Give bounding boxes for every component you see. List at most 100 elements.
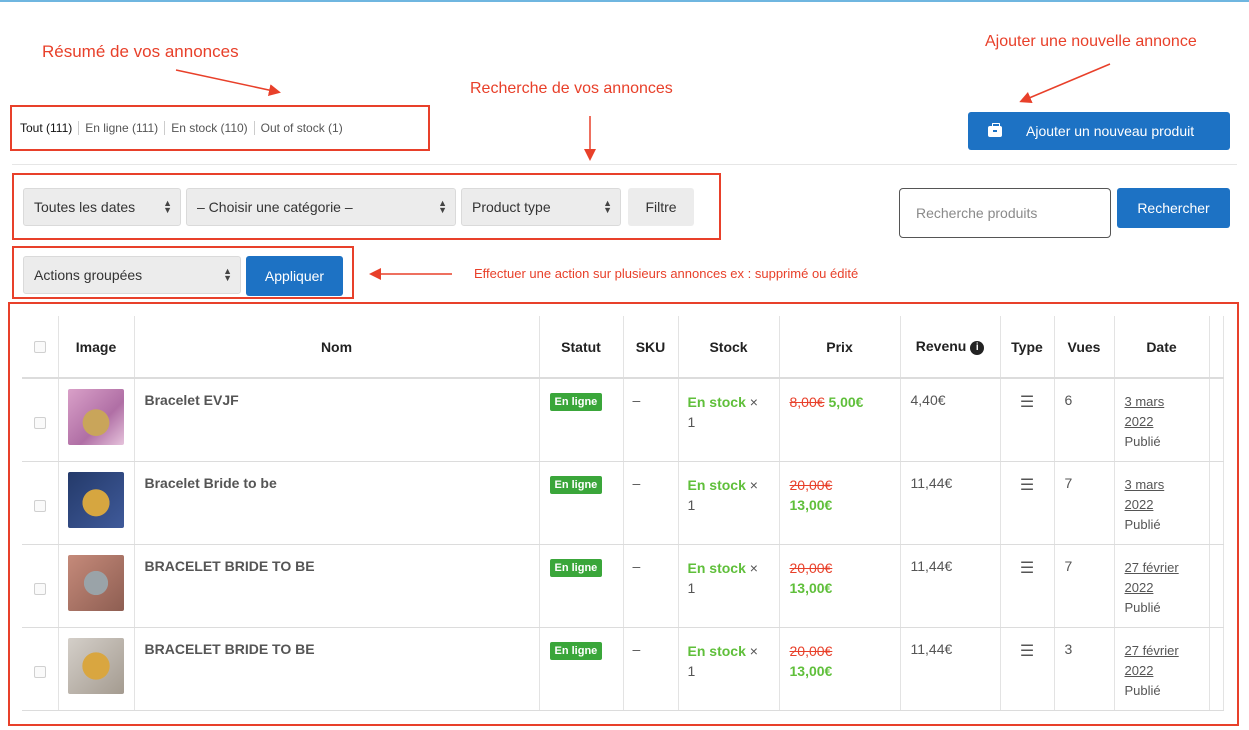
apply-button[interactable]: Appliquer	[246, 256, 343, 296]
list-icon: ☰	[1000, 378, 1055, 462]
search-input[interactable]: Recherche produits	[899, 188, 1111, 238]
date-select-value: Toutes les dates	[34, 199, 136, 215]
old-price: 20,00€	[789, 476, 833, 493]
product-thumbnail[interactable]	[68, 554, 124, 611]
select-arrows-icon: ▲ ▼	[438, 198, 447, 215]
bulk-actions-select[interactable]: Actions groupées ▲ ▼	[23, 256, 241, 294]
product-name[interactable]: Bracelet Bride to be	[134, 461, 540, 545]
row-checkbox[interactable]	[33, 417, 46, 429]
stock-qty: 1	[687, 662, 696, 679]
status-badge: En ligne	[549, 641, 603, 660]
status-badge: En ligne	[549, 558, 603, 577]
arrow-add-new	[1019, 63, 1111, 104]
published-status: Publié	[1124, 516, 1161, 532]
price-cell: 20,00€ 13,00€	[779, 461, 901, 545]
product-thumbnail[interactable]	[68, 389, 124, 445]
select-arrows-icon: ▲ ▼	[223, 266, 232, 283]
row-checkbox[interactable]	[33, 665, 46, 678]
filter-button[interactable]: Filtre	[628, 188, 694, 226]
status-filters: Tout (111) En ligne (111) En stock (110)…	[20, 121, 343, 135]
date-select[interactable]: Toutes les dates ▲ ▼	[23, 188, 181, 226]
sale-price: 5,00€	[828, 394, 864, 410]
revenue-value: 11,44€	[900, 544, 1001, 628]
category-select[interactable]: – Choisir une catégorie – ▲ ▼	[186, 188, 456, 226]
select-all-cell	[22, 316, 59, 379]
search-placeholder: Recherche produits	[916, 205, 1038, 221]
sku-value: –	[623, 627, 679, 711]
category-select-value: – Choisir une catégorie –	[197, 199, 353, 215]
list-icon: ☰	[1000, 544, 1055, 628]
table-row: BRACELET BRIDE TO BE En ligne – En stock…	[22, 627, 1224, 711]
price-cell: 8,00€ 5,00€	[779, 378, 901, 462]
header-status: Statut	[539, 316, 624, 379]
stock-x: ×	[749, 476, 758, 493]
status-badge: En ligne	[549, 393, 603, 411]
row-checkbox[interactable]	[33, 582, 46, 595]
product-name[interactable]: BRACELET BRIDE TO BE	[134, 544, 540, 628]
status-badge: En ligne	[549, 475, 603, 494]
revenue-value: 4,40€	[900, 378, 1001, 462]
date-link[interactable]: 3 mars 2022	[1125, 394, 1165, 429]
header-revenue: Revenu i	[900, 316, 1001, 379]
stock-status: En stock	[687, 559, 746, 576]
header-price[interactable]: Prix	[779, 316, 901, 379]
price-cell: 20,00€ 13,00€	[779, 627, 901, 711]
date-link[interactable]: 3 mars 2022	[1125, 477, 1165, 512]
select-arrows-icon: ▲ ▼	[603, 198, 612, 215]
briefcase-icon	[988, 122, 1002, 137]
add-product-button[interactable]: Ajouter un nouveau produit	[968, 112, 1230, 150]
product-thumbnail[interactable]	[68, 637, 124, 694]
sale-price: 13,00€	[789, 662, 833, 679]
header-views: Vues	[1054, 316, 1115, 379]
stock-status: En stock	[687, 394, 746, 410]
stock-x: ×	[749, 394, 758, 410]
product-thumbnail[interactable]	[68, 471, 124, 528]
published-status: Publié	[1124, 434, 1161, 449]
views-value: 3	[1054, 627, 1115, 711]
bulk-actions-value: Actions groupées	[34, 267, 143, 283]
filter-all[interactable]: Tout (111)	[20, 121, 72, 135]
table-row: Bracelet EVJF En ligne – En stock × 1 8,0…	[22, 378, 1224, 462]
product-name[interactable]: BRACELET BRIDE TO BE	[134, 627, 540, 711]
products-table: Image Nom Statut SKU Stock Prix Revenu i…	[22, 316, 1224, 711]
sku-value: –	[623, 461, 679, 545]
published-status: Publié	[1124, 682, 1161, 698]
header-date[interactable]: Date	[1114, 316, 1210, 379]
select-all-checkbox[interactable]	[33, 340, 46, 353]
stock-cell: En stock × 1	[678, 627, 780, 711]
views-value: 6	[1054, 378, 1115, 462]
date-link[interactable]: 27 février 2022	[1125, 643, 1179, 678]
filter-online[interactable]: En ligne (111)	[85, 121, 158, 135]
revenue-value: 11,44€	[900, 627, 1001, 711]
list-icon: ☰	[1000, 627, 1055, 711]
date-cell: 27 février 2022 Publié	[1114, 627, 1210, 711]
views-value: 7	[1054, 461, 1115, 545]
add-product-label: Ajouter un nouveau produit	[1026, 123, 1195, 139]
old-price: 8,00€	[789, 394, 825, 410]
select-arrows-icon: ▲ ▼	[163, 198, 172, 215]
search-button[interactable]: Rechercher	[1117, 188, 1230, 228]
date-cell: 3 mars 2022 Publié	[1114, 378, 1210, 462]
date-link[interactable]: 27 février 2022	[1125, 560, 1179, 595]
info-icon[interactable]: i	[970, 341, 985, 355]
row-checkbox[interactable]	[33, 499, 46, 512]
header-sku[interactable]: SKU	[623, 316, 679, 379]
stock-status: En stock	[687, 476, 746, 493]
old-price: 20,00€	[789, 642, 833, 659]
published-status: Publié	[1124, 599, 1161, 615]
table-row: BRACELET BRIDE TO BE En ligne – En stock…	[22, 544, 1224, 628]
views-value: 7	[1054, 544, 1115, 628]
stock-x: ×	[749, 642, 758, 659]
product-name[interactable]: Bracelet EVJF	[134, 378, 540, 462]
stock-cell: En stock × 1	[678, 461, 780, 545]
table-row: Bracelet Bride to be En ligne – En stock…	[22, 461, 1224, 545]
product-type-select[interactable]: Product type ▲ ▼	[461, 188, 621, 226]
old-price: 20,00€	[789, 559, 833, 576]
header-revenue-label: Revenu	[915, 338, 967, 354]
sku-value: –	[623, 544, 679, 628]
filter-out-of-stock[interactable]: Out of stock (1)	[261, 121, 343, 135]
header-name[interactable]: Nom	[134, 316, 540, 379]
stock-x: ×	[749, 559, 758, 576]
filter-in-stock[interactable]: En stock (110)	[171, 121, 247, 135]
date-cell: 27 février 2022 Publié	[1114, 544, 1210, 628]
